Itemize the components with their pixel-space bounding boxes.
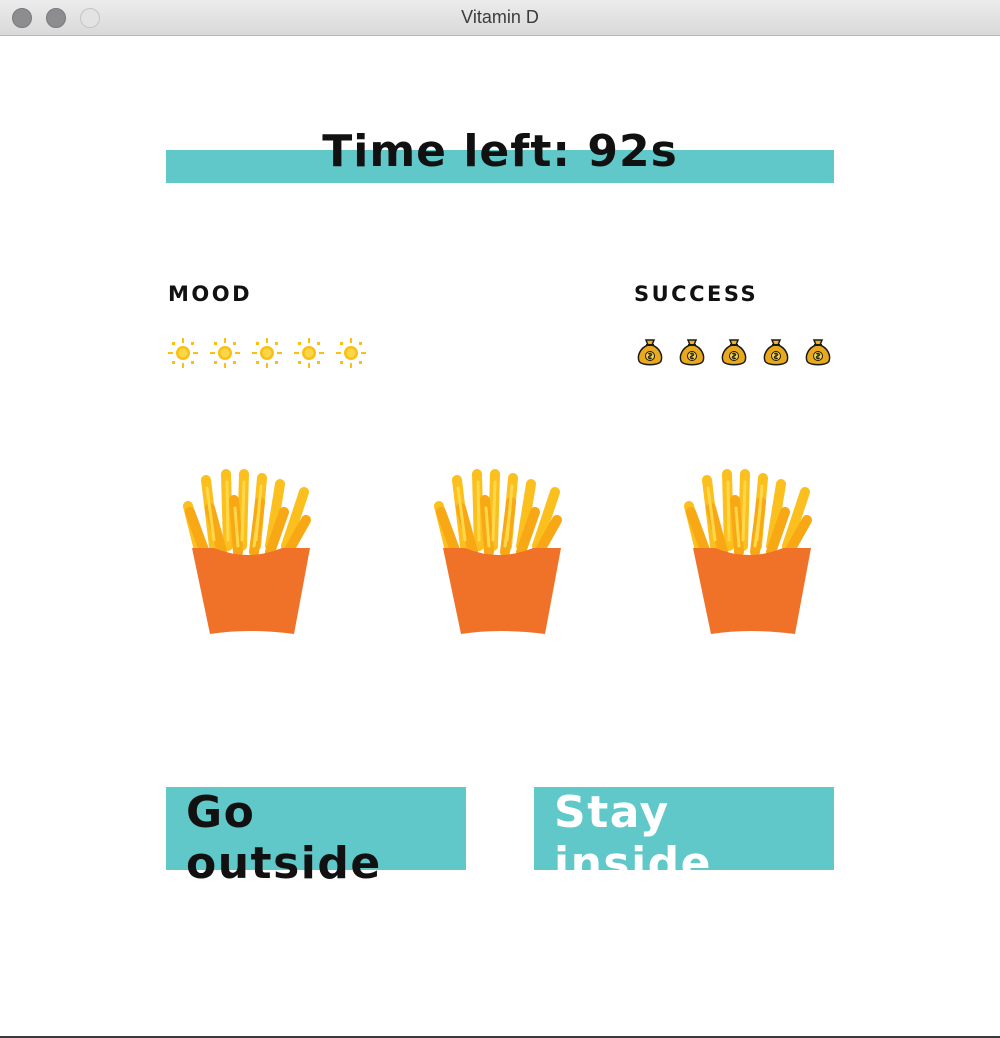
fries-icon (183, 469, 311, 634)
sun-icon (336, 338, 366, 368)
mood-meter (167, 337, 377, 369)
fries-icon (434, 469, 562, 634)
fries-icon (684, 469, 812, 634)
stay-inside-button[interactable]: Stay inside (534, 787, 834, 889)
money-bag-icon (637, 339, 663, 366)
mood-label: MOOD (168, 282, 253, 306)
window-title: Vitamin D (461, 7, 539, 27)
sun-icon (252, 338, 282, 368)
money-bag-icon (763, 339, 789, 366)
sun-icon (168, 338, 198, 368)
money-bag-icon (721, 339, 747, 366)
sun-icon (210, 338, 240, 368)
success-label: SUCCESS (634, 282, 759, 306)
sun-icon (294, 338, 324, 368)
success-meter (634, 337, 844, 369)
timer-text: Time left: 92s (322, 126, 678, 177)
money-bag-icon (805, 339, 831, 366)
title-bar: Vitamin D (0, 0, 1000, 36)
money-bag-icon (679, 339, 705, 366)
game-window: Vitamin D Time left: 92s MOOD SUCCESS Go… (0, 0, 1000, 1038)
go-outside-button[interactable]: Go outside (166, 787, 466, 889)
